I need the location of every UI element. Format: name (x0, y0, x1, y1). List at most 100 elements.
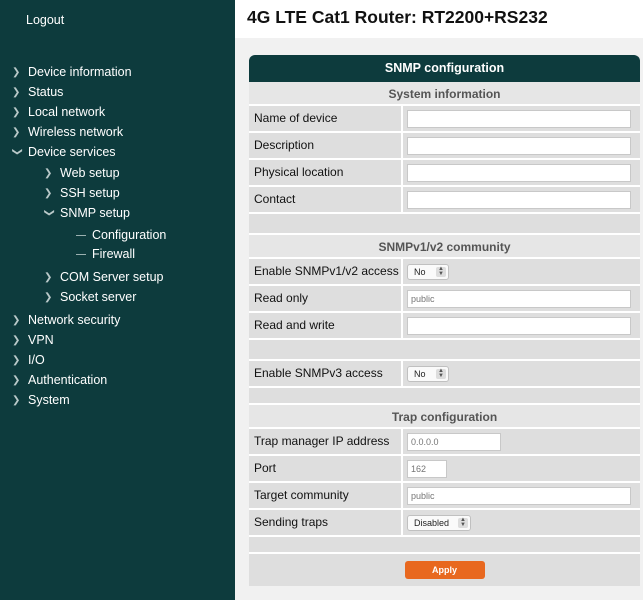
description-input[interactable] (407, 136, 631, 155)
sidebar: Logout ❯ Device information ❯ Status ❯ L… (0, 0, 235, 600)
field-label: Enable SNMPv1/v2 access (249, 259, 403, 284)
sidebar-item-device-information[interactable]: ❯ Device information (12, 65, 132, 79)
chevron-down-icon: ❯ (43, 208, 55, 217)
physical-location-input[interactable] (407, 163, 631, 182)
sidebar-item-label: Configuration (92, 228, 167, 242)
field-label: Trap manager IP address (249, 429, 403, 454)
sidebar-item-label: SSH setup (60, 186, 120, 200)
form-row: Target community (249, 483, 640, 510)
enable-snmpv3-select[interactable]: No ▲ ▼ (407, 365, 449, 382)
form-row: Trap manager IP address (249, 429, 640, 456)
sidebar-item-ssh-setup[interactable]: ❯ SSH setup (44, 186, 120, 200)
sidebar-item-label: Web setup (60, 166, 120, 180)
sidebar-item-firewall[interactable]: Firewall (76, 247, 135, 261)
chevron-right-icon: ❯ (12, 126, 21, 138)
select-arrows-icon: ▲ ▼ (436, 368, 446, 379)
sidebar-item-label: Device information (28, 65, 132, 79)
field-label: Sending traps (249, 510, 403, 535)
snmp-configuration-panel: SNMP configuration System information Na… (249, 55, 640, 586)
logout-link[interactable]: Logout (26, 13, 64, 27)
sidebar-item-label: Firewall (92, 247, 136, 261)
chevron-right-icon: ❯ (12, 334, 21, 346)
read-write-community-input[interactable] (407, 316, 631, 335)
form-row: Name of device (249, 106, 640, 133)
spacer (249, 537, 640, 554)
field-label: Read and write (249, 313, 403, 338)
form-row: Physical location (249, 160, 640, 187)
form-row: Port (249, 456, 640, 483)
spacer (249, 340, 640, 361)
select-value: No (414, 266, 426, 277)
sidebar-item-label: COM Server setup (60, 270, 164, 284)
device-name-input[interactable] (407, 109, 631, 128)
read-only-community-input[interactable] (407, 289, 631, 308)
sidebar-item-authentication[interactable]: ❯ Authentication (12, 373, 107, 387)
chevron-right-icon: ❯ (44, 271, 53, 283)
form-row: Description (249, 133, 640, 160)
sidebar-item-com-server-setup[interactable]: ❯ COM Server setup (44, 270, 164, 284)
chevron-right-icon: ❯ (12, 394, 21, 406)
chevron-right-icon: ❯ (44, 291, 53, 303)
sidebar-item-configuration[interactable]: Configuration (76, 228, 166, 242)
chevron-down-icon: ❯ (11, 147, 23, 156)
page-title: 4G LTE Cat1 Router: RT2200+RS232 (247, 7, 548, 27)
sidebar-item-io[interactable]: ❯ I/O (12, 353, 45, 367)
select-arrows-icon: ▲ ▼ (436, 266, 446, 277)
field-label: Enable SNMPv3 access (249, 361, 403, 386)
chevron-right-icon: ❯ (12, 86, 21, 98)
sidebar-item-label: Wireless network (28, 125, 124, 139)
chevron-right-icon: ❯ (12, 106, 21, 118)
section-heading-trap-configuration: Trap configuration (249, 405, 640, 429)
sidebar-item-label: SNMP setup (60, 206, 130, 220)
field-label: Port (249, 456, 403, 481)
sidebar-item-label: VPN (28, 333, 54, 347)
sidebar-item-system[interactable]: ❯ System (12, 393, 70, 407)
chevron-right-icon: ❯ (44, 167, 53, 179)
target-community-input[interactable] (407, 486, 631, 505)
trap-port-input[interactable] (407, 459, 447, 478)
field-label: Read only (249, 286, 403, 311)
spacer (249, 388, 640, 405)
trap-manager-ip-input[interactable] (407, 432, 501, 451)
select-value: No (414, 368, 426, 379)
form-row: Contact (249, 187, 640, 214)
chevron-right-icon: ❯ (12, 354, 21, 366)
sidebar-item-label: Authentication (28, 373, 108, 387)
chevron-right-icon: ❯ (12, 66, 21, 78)
sidebar-item-vpn[interactable]: ❯ VPN (12, 333, 54, 347)
sidebar-item-device-services[interactable]: ❯ Device services (12, 145, 116, 159)
sidebar-item-label: Status (28, 85, 64, 99)
sending-traps-select[interactable]: Disabled ▲ ▼ (407, 514, 471, 531)
apply-button[interactable]: Apply (404, 561, 485, 579)
sidebar-item-label: Socket server (60, 290, 137, 304)
main-content: 4G LTE Cat1 Router: RT2200+RS232 SNMP co… (235, 0, 643, 600)
sidebar-item-snmp-setup[interactable]: ❯ SNMP setup (44, 206, 130, 220)
field-label: Physical location (249, 160, 403, 185)
sidebar-item-label: System (28, 393, 70, 407)
contact-input[interactable] (407, 190, 631, 209)
sidebar-item-label: I/O (28, 353, 45, 367)
form-row: Read and write (249, 313, 640, 340)
sidebar-item-status[interactable]: ❯ Status (12, 85, 63, 99)
sidebar-item-wireless-network[interactable]: ❯ Wireless network (12, 125, 123, 139)
dash-icon (76, 253, 86, 255)
spacer (249, 214, 640, 235)
chevron-right-icon: ❯ (12, 314, 21, 326)
enable-snmpv1v2-select[interactable]: No ▲ ▼ (407, 263, 449, 280)
sidebar-item-web-setup[interactable]: ❯ Web setup (44, 166, 120, 180)
field-label: Name of device (249, 106, 403, 131)
sidebar-item-label: Device services (28, 145, 116, 159)
field-label: Description (249, 133, 403, 158)
sidebar-item-socket-server[interactable]: ❯ Socket server (44, 290, 136, 304)
form-row: Sending traps Disabled ▲ ▼ (249, 510, 640, 537)
field-label: Contact (249, 187, 403, 212)
chevron-right-icon: ❯ (12, 374, 21, 386)
field-label: Target community (249, 483, 403, 508)
panel-title: SNMP configuration (249, 55, 640, 82)
sidebar-item-label: Network security (28, 313, 121, 327)
section-heading-system-information: System information (249, 82, 640, 106)
sidebar-item-network-security[interactable]: ❯ Network security (12, 313, 120, 327)
sidebar-item-local-network[interactable]: ❯ Local network (12, 105, 105, 119)
apply-row: Apply (249, 554, 640, 586)
select-arrows-icon: ▲ ▼ (458, 517, 468, 528)
